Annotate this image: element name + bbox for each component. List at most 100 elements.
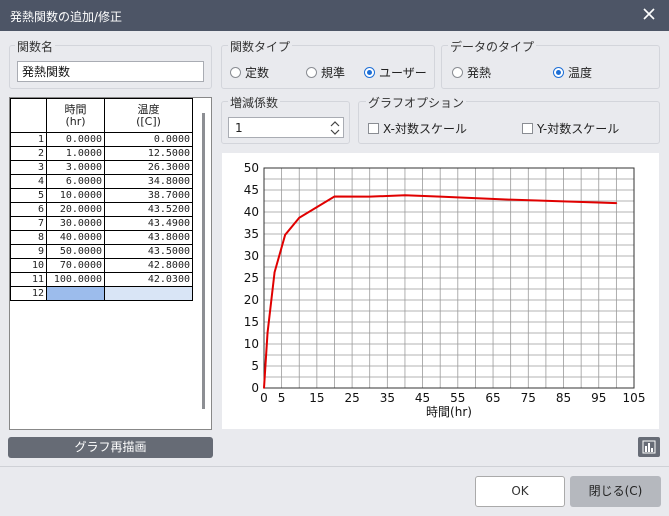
radio-user-label: ユーザー (379, 66, 427, 80)
row-number-cell: 4 (10, 174, 47, 189)
table-body: 1 0.0000 0.0000 2 1.0000 12.5000 3 3.0000 26.300… (10, 132, 193, 301)
x-tick-label: 105 (623, 391, 646, 405)
data-point (439, 195, 441, 198)
y-tick-label: 50 (244, 161, 259, 175)
y-tick-label: 30 (244, 249, 259, 263)
x-tick-label: 65 (485, 391, 500, 405)
y-tick-label: 20 (244, 293, 259, 307)
column-header-temperature[interactable]: 温度 ([C]) (104, 98, 193, 133)
data-table[interactable]: 時間 (hr) 温度 ([C]) 1 0.0000 0.0000 2 1.0000 12.… (10, 98, 193, 301)
time-cell[interactable]: 10.0000 (46, 188, 105, 203)
row-number-cell: 12 (10, 286, 47, 301)
table-row[interactable]: 7 30.0000 43.4900 (10, 216, 193, 231)
y-log-checkbox[interactable]: Y-対数スケール (522, 120, 619, 137)
close-icon[interactable] (641, 6, 657, 22)
function-name-input[interactable] (17, 61, 204, 82)
x-log-label: X-対数スケール (383, 122, 467, 136)
data-point (273, 271, 276, 274)
y-tick-label: 35 (244, 227, 259, 241)
close-button[interactable]: 閉じる(C) (570, 476, 661, 507)
time-cell[interactable]: 1.0000 (46, 146, 105, 161)
multiplier-spinbox[interactable]: 1 (228, 117, 344, 138)
chart-panel: 0 5 10 15 20 25 30 35 40 45 50 0 5 15 25 35 45 55 65 75 85 95… (222, 153, 659, 429)
chart-icon[interactable] (638, 437, 660, 457)
time-cell[interactable]: 20.0000 (46, 202, 105, 217)
redraw-graph-button[interactable]: グラフ再描画 (8, 437, 213, 458)
row-number-cell: 9 (10, 244, 47, 259)
time-cell[interactable]: 0.0000 (46, 132, 105, 147)
spin-arrows-icon[interactable] (329, 119, 341, 137)
temperature-cell[interactable]: 42.0300 (104, 272, 193, 287)
table-row[interactable]: 4 6.0000 34.8000 (10, 174, 193, 189)
ok-button[interactable]: OK (475, 476, 565, 507)
table-row[interactable]: 11 100.0000 42.0300 (10, 272, 193, 287)
table-header-row: 時間 (hr) 温度 ([C]) (10, 98, 193, 133)
table-row[interactable]: 6 20.0000 43.5200 (10, 202, 193, 217)
x-axis-label: 時間(hr) (426, 405, 472, 419)
data-point (333, 195, 336, 198)
time-cell[interactable]: 50.0000 (46, 244, 105, 259)
data-point (263, 387, 265, 389)
x-tick-label: 0 (260, 391, 268, 405)
radio-temperature-label: 温度 (568, 66, 593, 80)
data-point (615, 202, 618, 204)
time-cell[interactable]: 70.0000 (46, 258, 105, 273)
x-tick-label: 25 (344, 391, 359, 405)
radio-temperature[interactable]: 温度 (553, 64, 592, 81)
x-tick-label: 75 (521, 391, 536, 405)
time-cell[interactable] (46, 286, 105, 301)
table-row[interactable]: 9 50.0000 43.5000 (10, 244, 193, 259)
table-row[interactable]: 2 1.0000 12.5000 (10, 146, 193, 161)
temperature-cell[interactable]: 43.5000 (104, 244, 193, 259)
x-tick-label: 45 (415, 391, 430, 405)
y-tick-label: 25 (244, 271, 259, 285)
temperature-cell[interactable]: 43.5200 (104, 202, 193, 217)
temperature-cell[interactable]: 43.8000 (104, 230, 193, 245)
graph-options-label: グラフオプション (366, 94, 467, 111)
radio-heat[interactable]: 発熱 (452, 64, 491, 81)
x-log-checkbox[interactable]: X-対数スケール (368, 120, 467, 137)
y-log-label: Y-対数スケール (537, 122, 620, 136)
table-scrollbar[interactable] (202, 113, 205, 409)
temperature-cell[interactable]: 34.8000 (104, 174, 193, 189)
x-tick-label: 15 (309, 391, 324, 405)
radio-constant[interactable]: 定数 (230, 64, 269, 81)
function-name-label: 関数名 (15, 38, 56, 55)
footer-divider (0, 466, 669, 467)
table-row[interactable]: 10 70.0000 42.8000 (10, 258, 193, 273)
table-row[interactable]: 12 (10, 286, 193, 301)
y-tick-label: 5 (251, 359, 259, 373)
radio-dot (306, 67, 317, 78)
temperature-cell[interactable]: 0.0000 (104, 132, 193, 147)
temperature-cell[interactable]: 12.5000 (104, 146, 193, 161)
time-cell[interactable]: 6.0000 (46, 174, 105, 189)
table-row[interactable]: 1 0.0000 0.0000 (10, 132, 193, 147)
table-row[interactable]: 3 3.0000 26.3000 (10, 160, 193, 175)
y-tick-label: 10 (244, 337, 259, 351)
temperature-cell[interactable]: 43.4900 (104, 216, 193, 231)
x-tick-label: 85 (556, 391, 571, 405)
radio-heat-label: 発熱 (467, 66, 492, 80)
time-cell[interactable]: 3.0000 (46, 160, 105, 175)
multiplier-value: 1 (235, 121, 243, 135)
temperature-cell[interactable]: 26.3000 (104, 160, 193, 175)
temperature-cell[interactable]: 42.8000 (104, 258, 193, 273)
radio-user[interactable]: ユーザー (364, 64, 427, 81)
data-table-panel[interactable]: 時間 (hr) 温度 ([C]) 1 0.0000 0.0000 2 1.0000 12.… (9, 97, 212, 430)
y-tick-label: 15 (244, 315, 259, 329)
data-point (509, 198, 512, 201)
row-number-cell: 11 (10, 272, 47, 287)
radio-standard[interactable]: 規準 (306, 64, 345, 81)
column-header-time[interactable]: 時間 (hr) (46, 98, 105, 133)
time-cell[interactable]: 40.0000 (46, 230, 105, 245)
time-cell[interactable]: 100.0000 (46, 272, 105, 287)
data-point (298, 216, 301, 219)
row-number-cell: 1 (10, 132, 47, 147)
table-row[interactable]: 8 40.0000 43.8000 (10, 230, 193, 245)
temperature-cell[interactable] (104, 286, 193, 301)
x-tick-label: 55 (450, 391, 465, 405)
checkbox-box (368, 123, 379, 134)
time-cell[interactable]: 30.0000 (46, 216, 105, 231)
table-row[interactable]: 5 10.0000 38.7000 (10, 188, 193, 203)
temperature-cell[interactable]: 38.7000 (104, 188, 193, 203)
